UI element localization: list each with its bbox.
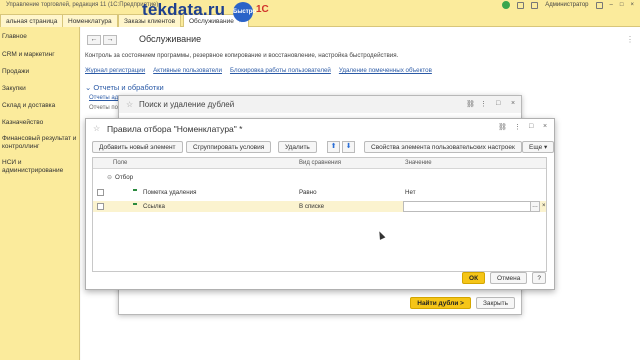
tab-label: Номенклатура: [68, 18, 112, 25]
link-active-users[interactable]: Активные пользователи: [153, 67, 222, 74]
notification-icon[interactable]: [502, 1, 511, 9]
dialog-title: Поиск и удаление дублей: [139, 100, 235, 109]
link-delete-marked[interactable]: Удаление помеченных объектов: [339, 67, 432, 74]
find-duplicates-button[interactable]: Найти дубли >: [410, 297, 471, 309]
sidebar-item-finance[interactable]: Финансовый результат и контроллинг: [2, 135, 80, 151]
row-comparison: Равно: [299, 189, 317, 196]
watermark-text: tekdata.ru: [142, 0, 226, 19]
column-comparison[interactable]: Вид сравнения: [299, 160, 341, 166]
field-icon: [133, 189, 137, 191]
reports-text: Отчеты по: [89, 105, 118, 111]
help-button[interactable]: ?: [532, 272, 546, 284]
admin-links: Журнал регистрации Активные пользователи…: [85, 67, 432, 74]
select-value-button[interactable]: …: [530, 201, 540, 212]
forward-button[interactable]: →: [103, 35, 117, 45]
dialog-title: Правила отбора "Номенклатура" *: [107, 124, 243, 134]
page-title: Обслуживание: [139, 34, 202, 44]
menu-icon[interactable]: ⋮: [514, 123, 521, 131]
maximize-icon[interactable]: □: [620, 2, 624, 8]
maximize-icon[interactable]: □: [529, 123, 533, 130]
filter-toolbar: Добавить новый элемент Сгруппировать усл…: [92, 141, 555, 155]
favorites-icon[interactable]: [531, 1, 539, 9]
favorite-star-icon[interactable]: ☆: [93, 124, 100, 133]
row-value: Нет: [405, 189, 416, 196]
row-field: Отбор: [115, 174, 134, 181]
add-element-button[interactable]: Добавить новый элемент: [92, 141, 183, 153]
more-label: Еще: [529, 144, 543, 151]
row-comparison: В списке: [299, 203, 325, 210]
table-row[interactable]: Пометка удаления Равно Нет: [93, 187, 546, 198]
clear-value-icon[interactable]: ×: [542, 203, 546, 209]
page-description: Контроль за состоянием программы, резерв…: [85, 52, 399, 59]
app-titlebar: Управление торговлей, редакция 11 (1С:Пр…: [0, 0, 640, 12]
move-down-icon[interactable]: ⬇: [342, 141, 355, 153]
brand-1c-logo: 1С: [256, 4, 269, 15]
link-icon[interactable]: ⛓: [498, 123, 507, 131]
history-icon[interactable]: [517, 1, 525, 9]
app-title: Управление торговлей, редакция 11 (1С:Пр…: [6, 2, 159, 8]
sidebar-item-purchases[interactable]: Закупки: [2, 85, 80, 93]
table-row[interactable]: Ссылка В списке … ×: [93, 201, 546, 212]
dialog-buttons: Найти дубли > Закрыть: [410, 297, 515, 309]
delete-button[interactable]: Удалить: [278, 141, 317, 153]
group-conditions-button[interactable]: Сгруппировать условия: [186, 141, 272, 153]
link-event-log[interactable]: Журнал регистрации: [85, 67, 145, 74]
filter-grid: Поле Вид сравнения Значение ⊖ Отбор Поме…: [92, 157, 547, 272]
close-icon[interactable]: ×: [511, 100, 515, 107]
value-input[interactable]: [403, 201, 531, 212]
row-field: Пометка удаления: [143, 189, 197, 196]
row-checkbox[interactable]: [97, 189, 104, 196]
favorite-star-icon[interactable]: ☆: [126, 100, 133, 109]
row-checkbox[interactable]: [97, 203, 104, 210]
maximize-icon[interactable]: □: [496, 100, 500, 107]
back-button[interactable]: ←: [87, 35, 101, 45]
close-button[interactable]: Закрыть: [475, 297, 515, 309]
tab-nomenclature[interactable]: Номенклатура: [62, 14, 118, 27]
watermark-logo: Быстро Легко: [233, 2, 256, 35]
sidebar-item-crm[interactable]: CRM и маркетинг: [2, 51, 80, 59]
more-button[interactable]: Еще ▾: [522, 141, 555, 153]
column-field[interactable]: Поле: [113, 160, 127, 166]
tab-label: альная страница: [6, 18, 58, 25]
section-label: Отчеты и обработки: [93, 83, 164, 92]
field-icon: [133, 203, 137, 205]
sidebar-item-treasury[interactable]: Казначейство: [2, 119, 80, 127]
settings-icon[interactable]: [595, 1, 603, 9]
filter-rules-dialog: ☆ Правила отбора "Номенклатура" * ⛓ ⋮ □ …: [85, 118, 555, 290]
more-icon[interactable]: ⋮: [626, 35, 634, 44]
sections-sidebar: Главное CRM и маркетинг Продажи Закупки …: [0, 27, 80, 360]
ok-button[interactable]: ОК: [462, 272, 486, 284]
element-properties-button[interactable]: Свойства элемента пользовательских настр…: [364, 141, 522, 153]
column-value[interactable]: Значение: [405, 160, 432, 166]
sidebar-item-main[interactable]: Главное: [2, 33, 80, 41]
sidebar-item-warehouse[interactable]: Склад и доставка: [2, 102, 80, 110]
table-row[interactable]: ⊖ Отбор: [93, 172, 546, 183]
sidebar-item-admin[interactable]: НСИ и администрирование: [2, 159, 80, 175]
section-reports[interactable]: ⌄ Отчеты и обработки: [85, 83, 164, 92]
dialog-buttons: ОК Отмена ?: [462, 272, 546, 284]
minimize-icon[interactable]: –: [610, 2, 613, 8]
row-field: Ссылка: [143, 203, 165, 210]
menu-icon[interactable]: ⋮: [480, 100, 487, 108]
cancel-button[interactable]: Отмена: [490, 272, 528, 284]
group-toggle-icon[interactable]: ⊖: [107, 174, 112, 181]
titlebar-actions: Администратор – □ ×: [502, 1, 634, 9]
user-name[interactable]: Администратор: [545, 2, 588, 8]
grid-header: Поле Вид сравнения Значение: [93, 158, 546, 169]
tab-home[interactable]: альная страница: [0, 14, 64, 27]
open-tabs-bar: альная страница Номенклатура Заказы клие…: [0, 12, 640, 27]
dialog-header: ☆ Правила отбора "Номенклатура" * ⛓ ⋮ □ …: [86, 119, 554, 139]
move-up-icon[interactable]: ⬆: [327, 141, 340, 153]
sidebar-item-sales[interactable]: Продажи: [2, 68, 80, 76]
link-block-users[interactable]: Блокировка работы пользователей: [230, 67, 331, 74]
dialog-header: ☆ Поиск и удаление дублей ⛓ ⋮ □ ×: [119, 96, 521, 113]
link-icon[interactable]: ⛓: [466, 100, 475, 108]
close-icon[interactable]: ×: [630, 2, 634, 8]
link-admin-reports[interactable]: Отчеты ад: [89, 95, 118, 101]
close-icon[interactable]: ×: [543, 123, 547, 130]
